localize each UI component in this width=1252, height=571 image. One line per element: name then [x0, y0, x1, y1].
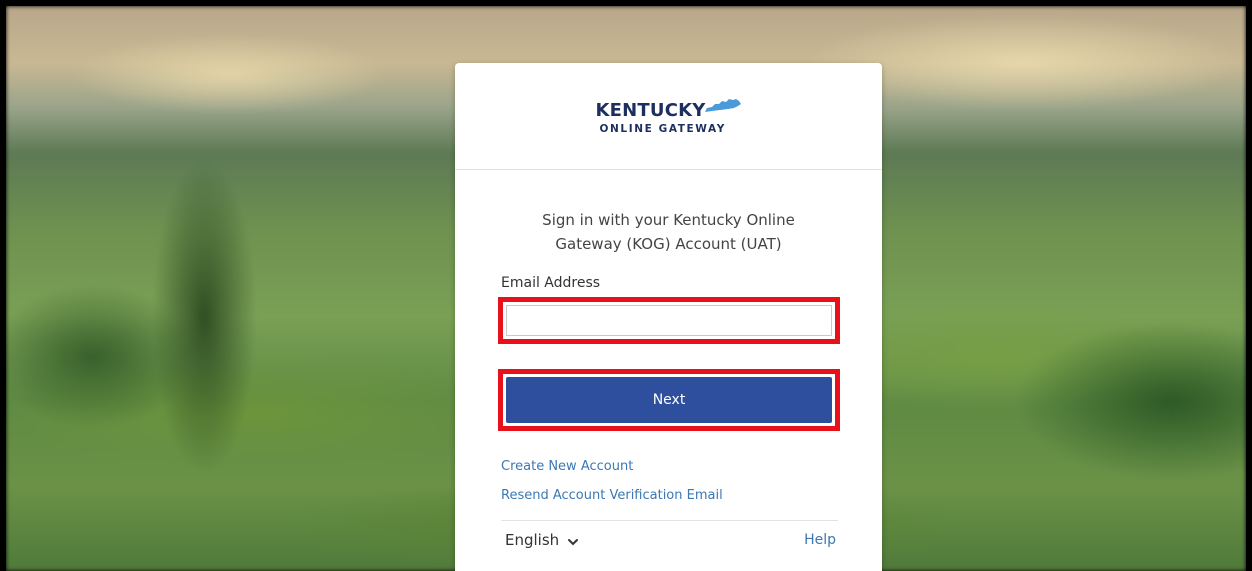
create-account-link[interactable]: Create New Account: [501, 459, 633, 474]
kentucky-state-icon: [704, 98, 742, 118]
chevron-down-icon: [567, 534, 579, 546]
language-label: English: [505, 531, 560, 549]
footer-divider: [501, 520, 838, 521]
logo-title: KENTUCKY: [595, 99, 706, 121]
email-field-highlight: [498, 297, 840, 344]
kentucky-online-gateway-logo: KENTUCKY ONLINE GATEWAY: [596, 98, 742, 135]
next-button[interactable]: Next: [506, 377, 832, 423]
next-button-highlight: Next: [498, 369, 840, 431]
help-link[interactable]: Help: [804, 532, 836, 548]
email-label: Email Address: [501, 275, 601, 291]
email-field[interactable]: [506, 305, 832, 336]
logo-top: KENTUCKY: [596, 98, 742, 120]
heading-line-1: Sign in with your Kentucky Online: [542, 211, 795, 229]
login-card: KENTUCKY ONLINE GATEWAY Sign in with you…: [455, 63, 882, 571]
logo-subtitle: ONLINE GATEWAY: [599, 122, 726, 135]
language-select[interactable]: English: [505, 531, 579, 549]
resend-verification-link[interactable]: Resend Account Verification Email: [501, 488, 723, 503]
page-frame: KENTUCKY ONLINE GATEWAY Sign in with you…: [0, 0, 1252, 571]
sign-in-heading: Sign in with your Kentucky Online Gatewa…: [455, 208, 882, 256]
heading-line-2: Gateway (KOG) Account (UAT): [555, 235, 782, 253]
card-header: KENTUCKY ONLINE GATEWAY: [455, 63, 882, 170]
